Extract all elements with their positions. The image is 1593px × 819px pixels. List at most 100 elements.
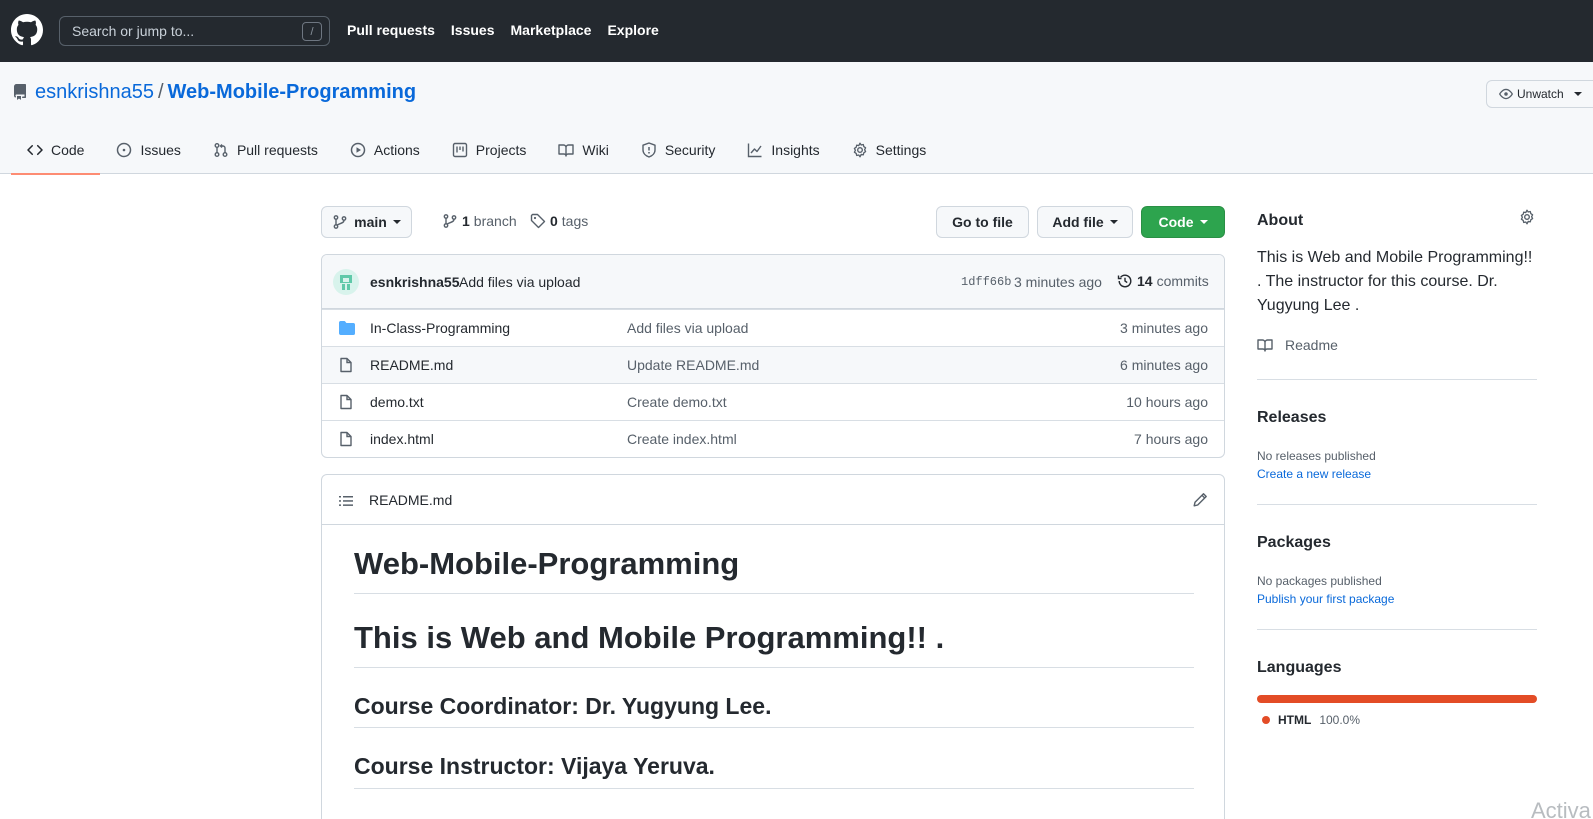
activation-watermark: Activa bbox=[1531, 798, 1591, 819]
file-row[interactable]: index.html Create index.html 7 hours ago bbox=[322, 420, 1224, 457]
file-name[interactable]: README.md bbox=[370, 357, 453, 373]
file-commit-message[interactable]: Create demo.txt bbox=[627, 394, 727, 410]
tags-link[interactable]: 0 tags bbox=[530, 213, 588, 229]
repo-owner-link[interactable]: esnkrishna55 bbox=[35, 81, 154, 103]
branch-label: branch bbox=[473, 213, 517, 229]
file-commit-message[interactable]: Update README.md bbox=[627, 357, 759, 373]
nav-marketplace[interactable]: Marketplace bbox=[511, 22, 592, 38]
unwatch-button[interactable]: Unwatch bbox=[1486, 80, 1593, 108]
readme-panel: README.md Web-Mobile-Programming This is… bbox=[321, 474, 1225, 819]
commit-time: 3 minutes ago bbox=[1014, 274, 1102, 290]
global-header: Search or jump to... / Pull requests Iss… bbox=[0, 0, 1593, 62]
search-shortcut-key: / bbox=[302, 22, 322, 41]
tab-settings[interactable]: Settings bbox=[836, 126, 943, 174]
language-item[interactable]: HTML 100.0% bbox=[1262, 713, 1360, 727]
file-time: 7 hours ago bbox=[1134, 431, 1208, 447]
tab-pull-requests[interactable]: Pull requests bbox=[197, 126, 334, 174]
commit-count: 14 bbox=[1137, 273, 1153, 289]
tab-label: Settings bbox=[875, 142, 927, 158]
go-to-file-button[interactable]: Go to file bbox=[936, 206, 1029, 238]
commit-message[interactable]: Add files via upload bbox=[459, 274, 580, 290]
list-icon[interactable] bbox=[338, 493, 354, 509]
add-file-button[interactable]: Add file bbox=[1037, 206, 1133, 238]
eye-icon bbox=[1499, 88, 1513, 100]
tab-wiki[interactable]: Wiki bbox=[542, 126, 624, 174]
about-description: This is Web and Mobile Programming!! . T… bbox=[1257, 249, 1533, 314]
releases-title[interactable]: Releases bbox=[1257, 409, 1326, 427]
file-icon bbox=[340, 357, 352, 373]
create-release-link[interactable]: Create a new release bbox=[1257, 467, 1371, 481]
tab-issues[interactable]: Issues bbox=[100, 126, 196, 174]
repo-icon bbox=[13, 84, 26, 100]
latest-commit-bar: esnkrishna55 Add files via upload 1dff66… bbox=[322, 255, 1224, 309]
file-name[interactable]: index.html bbox=[370, 431, 434, 447]
readme-header: README.md bbox=[322, 475, 1224, 525]
divider bbox=[1257, 629, 1537, 630]
gear-icon[interactable] bbox=[1519, 209, 1535, 225]
publish-package-link[interactable]: Publish your first package bbox=[1257, 592, 1394, 606]
search-input[interactable]: Search or jump to... / bbox=[59, 16, 330, 46]
readme-heading-coordinator: Course Coordinator: Dr. Yugyung Lee. bbox=[354, 668, 1194, 729]
tag-label: tags bbox=[561, 213, 589, 229]
add-file-label: Add file bbox=[1052, 214, 1104, 230]
nav-explore[interactable]: Explore bbox=[607, 22, 658, 38]
file-icon bbox=[340, 431, 352, 447]
commit-sha[interactable]: 1dff66b bbox=[961, 275, 1011, 289]
code-button-label: Code bbox=[1158, 214, 1194, 230]
branches-link[interactable]: 1 branch bbox=[442, 213, 517, 229]
code-button[interactable]: Code bbox=[1141, 206, 1225, 238]
nav-pull-requests[interactable]: Pull requests bbox=[347, 22, 435, 38]
pencil-icon[interactable] bbox=[1192, 492, 1208, 508]
language-name: HTML bbox=[1278, 713, 1312, 727]
file-commit-message[interactable]: Create index.html bbox=[627, 431, 737, 447]
avatar[interactable] bbox=[333, 269, 359, 295]
commits-link[interactable]: 14 commits bbox=[1117, 273, 1209, 289]
file-row[interactable]: README.md Update README.md 6 minutes ago bbox=[322, 346, 1224, 383]
tab-actions[interactable]: Actions bbox=[334, 126, 436, 174]
branch-count: 1 bbox=[462, 213, 470, 229]
file-row[interactable]: demo.txt Create demo.txt 10 hours ago bbox=[322, 383, 1224, 420]
tag-count: 0 bbox=[550, 213, 558, 229]
tab-security[interactable]: Security bbox=[625, 126, 732, 174]
readme-heading-instructor: Course Instructor: Vijaya Yeruva. bbox=[354, 728, 1194, 789]
readme-filename[interactable]: README.md bbox=[369, 492, 452, 508]
chevron-down-icon bbox=[1573, 92, 1582, 96]
search-placeholder: Search or jump to... bbox=[72, 23, 195, 39]
branch-icon bbox=[333, 215, 347, 229]
file-row[interactable]: In-Class-Programming Add files via uploa… bbox=[322, 309, 1224, 346]
identicon-icon bbox=[340, 275, 352, 290]
language-percent: 100.0% bbox=[1319, 713, 1361, 727]
project-icon bbox=[452, 142, 467, 158]
github-logo-icon[interactable] bbox=[11, 14, 43, 46]
shield-icon bbox=[642, 142, 656, 158]
language-color-dot bbox=[1262, 716, 1270, 724]
commit-author[interactable]: esnkrishna55 bbox=[370, 274, 460, 290]
readme-content: Web-Mobile-Programming This is Web and M… bbox=[354, 525, 1194, 789]
file-browser: esnkrishna55 Add files via upload 1dff66… bbox=[321, 254, 1225, 458]
repo-name-link[interactable]: Web-Mobile-Programming bbox=[168, 81, 417, 103]
book-icon bbox=[558, 144, 575, 157]
chevron-down-icon bbox=[1109, 220, 1118, 224]
book-icon bbox=[1257, 339, 1273, 352]
file-name[interactable]: demo.txt bbox=[370, 394, 424, 410]
branch-select-button[interactable]: main bbox=[321, 206, 412, 238]
nav-issues[interactable]: Issues bbox=[451, 22, 495, 38]
tag-icon bbox=[530, 213, 546, 229]
tab-label: Issues bbox=[140, 142, 181, 158]
tab-code[interactable]: Code bbox=[11, 126, 101, 175]
play-icon bbox=[350, 142, 366, 158]
packages-title[interactable]: Packages bbox=[1257, 534, 1331, 552]
tab-label: Pull requests bbox=[236, 142, 318, 158]
branch-icon bbox=[443, 214, 457, 228]
tab-insights[interactable]: Insights bbox=[731, 126, 835, 174]
tab-label: Actions bbox=[373, 142, 420, 158]
file-name[interactable]: In-Class-Programming bbox=[370, 320, 510, 336]
readme-link[interactable]: Readme bbox=[1257, 337, 1338, 353]
unwatch-label: Unwatch bbox=[1517, 87, 1564, 101]
go-to-file-label: Go to file bbox=[952, 214, 1013, 230]
file-commit-message[interactable]: Add files via upload bbox=[627, 320, 748, 336]
graph-icon bbox=[748, 143, 762, 158]
tab-label: Code bbox=[51, 142, 85, 158]
tab-projects[interactable]: Projects bbox=[436, 126, 543, 174]
readme-heading-title: Web-Mobile-Programming bbox=[354, 525, 1194, 594]
